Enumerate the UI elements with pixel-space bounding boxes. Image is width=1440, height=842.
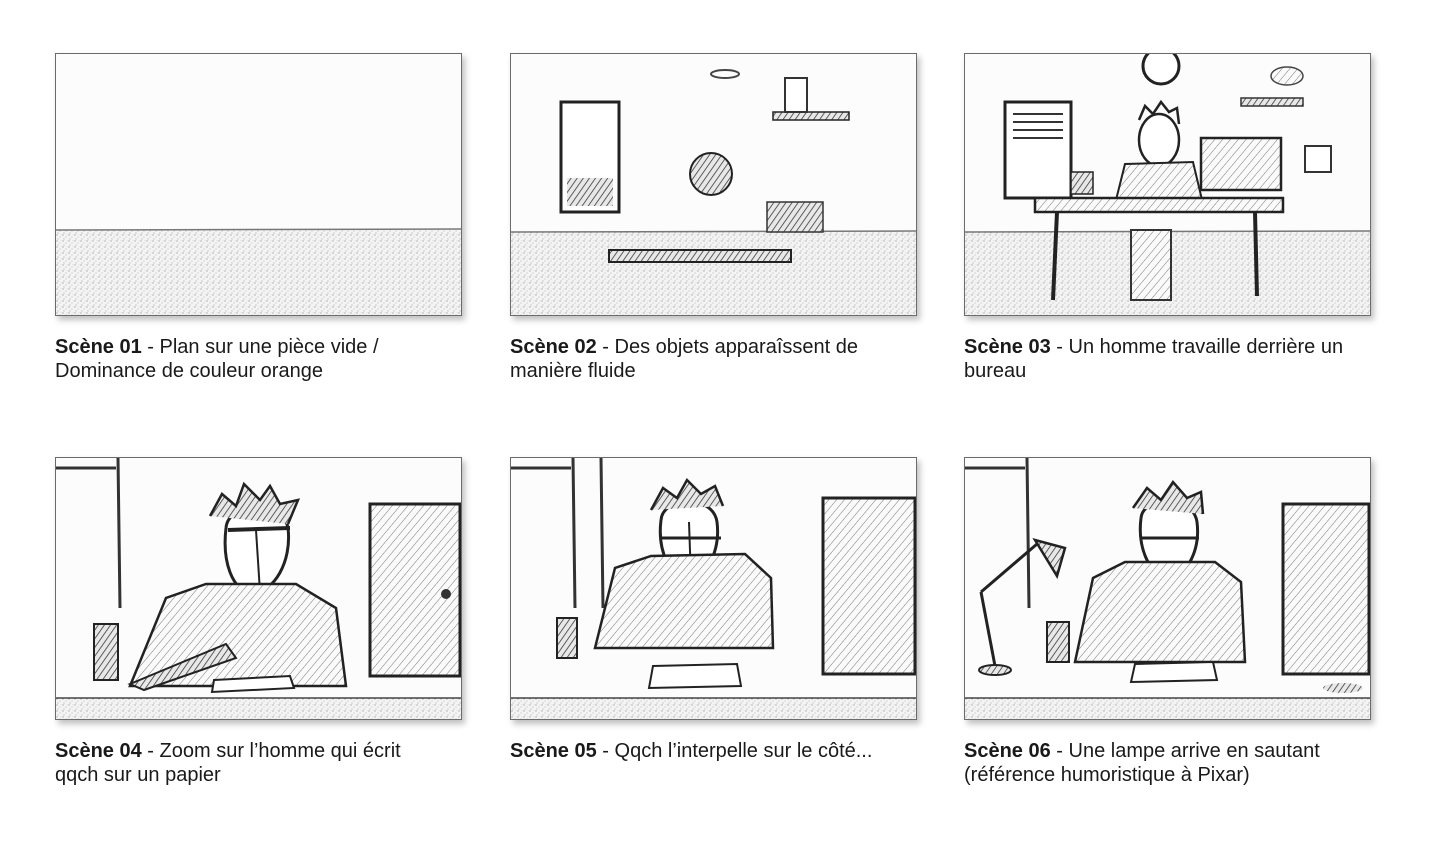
storyboard-panel-1: Scène 01 - Plan sur une pièce vide / Dom… [55,53,462,383]
scene-caption-2: Scène 02 - Des objets apparaîssent de ma… [510,335,890,383]
storyboard-panel-4: Scène 04 - Zoom sur l’homme qui écrit qq… [55,457,462,787]
man-writing-closeup-sketch [56,458,461,719]
sketch-frame-5 [510,457,917,720]
scene-caption-6: Scène 06 - Une lampe arrive en sautant (… [964,739,1344,787]
scene-label: Scène 02 [510,336,597,358]
man-at-desk-sketch [965,54,1370,315]
caption-separator: - [1050,740,1069,762]
caption-separator: - [141,336,160,358]
sketch-frame-2 [510,53,917,316]
caption-separator: - [596,336,615,358]
sketch-frame-4 [55,457,462,720]
storyboard-panel-3: Scène 03 - Un homme travaille derrière u… [964,53,1371,383]
scene-description: Qqch l’interpelle sur le côté... [614,740,873,762]
scene-label: Scène 01 [55,336,142,358]
objects-appear-sketch [511,54,916,315]
scene-label: Scène 03 [964,336,1051,358]
scene-caption-5: Scène 05 - Qqch l’interpelle sur le côté… [510,739,890,763]
sketch-frame-1 [55,53,462,316]
scene-label: Scène 06 [964,740,1051,762]
storyboard-panel-6: Scène 06 - Une lampe arrive en sautant (… [964,457,1371,787]
scene-label: Scène 05 [510,740,597,762]
scene-caption-4: Scène 04 - Zoom sur l’homme qui écrit qq… [55,739,435,787]
storyboard-panel-5: Scène 05 - Qqch l’interpelle sur le côté… [510,457,917,763]
lamp-arrives-sketch [965,458,1370,719]
storyboard-panel-2: Scène 02 - Des objets apparaîssent de ma… [510,53,917,383]
sketch-frame-3 [964,53,1371,316]
caption-separator: - [1050,336,1069,358]
scene-caption-1: Scène 01 - Plan sur une pièce vide / Dom… [55,335,435,383]
scene-label: Scène 04 [55,740,142,762]
sketch-frame-6 [964,457,1371,720]
caption-separator: - [141,740,160,762]
man-distracted-sketch [511,458,916,719]
caption-separator: - [596,740,615,762]
scene-caption-3: Scène 03 - Un homme travaille derrière u… [964,335,1344,383]
empty-room-sketch [56,54,461,315]
